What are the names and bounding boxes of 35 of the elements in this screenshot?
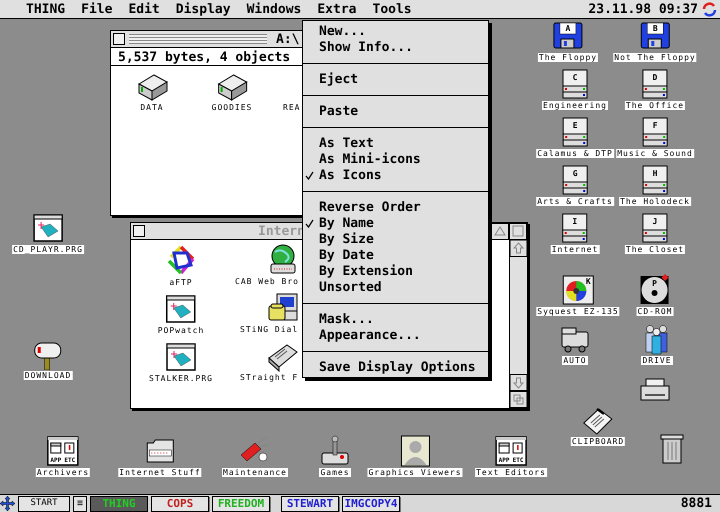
menu-item-label: By Name [319,216,374,230]
menu-item-label: By Date [319,248,374,262]
task-label: THING [102,496,136,510]
menu-item-label: Unsorted [319,280,382,294]
icon-caption: H [652,169,658,178]
icon-caption: I [572,217,578,226]
icon-caption: G [572,169,578,178]
menu-item-label: By Extension [319,264,413,278]
window-title: A:\ [276,33,300,46]
menu-item-label: Paste [319,104,358,118]
task-label: FREEDOM [218,496,264,510]
icon-caption: A [566,24,570,33]
menu-item-label: New... [319,24,366,38]
counter: 8881 [680,497,713,510]
icon-caption: D [652,73,658,82]
icon-caption: C [572,73,578,82]
icon-caption: J [652,217,658,226]
menu-item-label: Eject [319,72,358,86]
icon-caption: K [586,277,590,286]
menu-item-label: As Icons [319,168,382,182]
menu-item-label: By Size [319,232,374,246]
icon-caption: F [652,121,658,130]
menu-item-label: Mask... [319,312,374,326]
menu-item-label: Show Info... [319,40,413,54]
menu-item-label: Appearance... [319,328,421,342]
menu-item-label: Save Display Options [319,360,476,374]
icon-caption: E [572,121,578,130]
clock: 23.11.98 09:37 [588,2,698,16]
task-label: STEWART [286,496,334,510]
icon-caption: B [652,24,658,33]
menu-item-label: As Mini-icons [319,152,421,166]
menu-item-label: Reverse Order [319,200,421,214]
menu-item-label: As Text [319,136,374,150]
task-label: COPS [166,496,194,510]
icon-caption: P [652,279,658,288]
